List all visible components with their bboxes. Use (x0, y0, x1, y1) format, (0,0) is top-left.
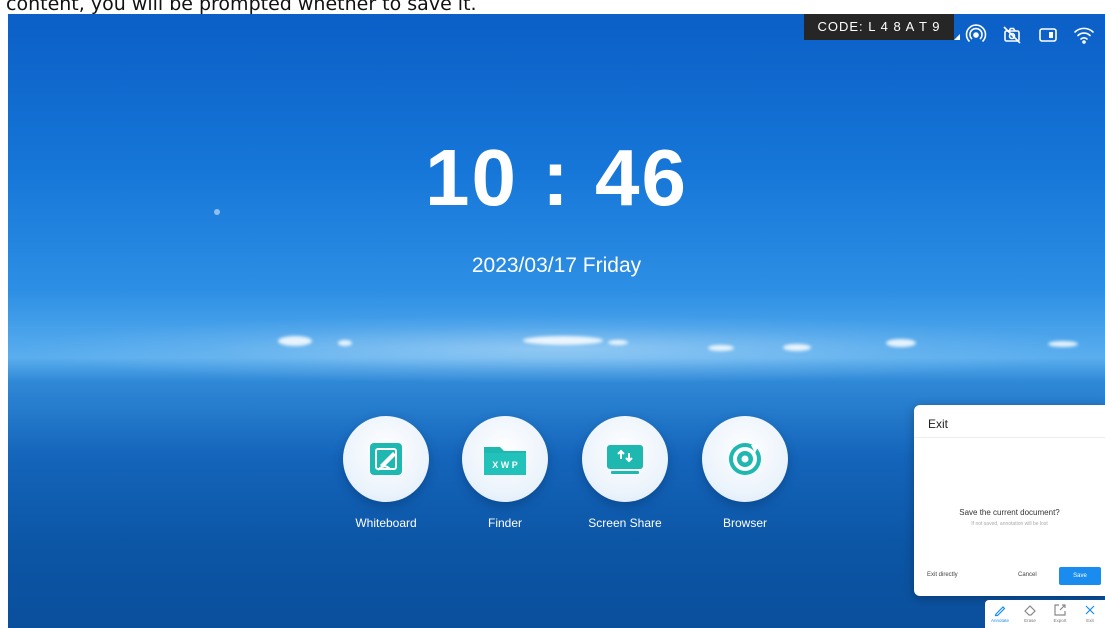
annotation-toolbar: Annotate Erase Export Exit (985, 600, 1105, 628)
dialog-question: Save the current document? (959, 508, 1060, 517)
erase-button[interactable]: Erase (1017, 602, 1043, 623)
cloud (523, 336, 603, 345)
app-label: Screen Share (588, 516, 662, 530)
app-label: Finder (487, 516, 522, 530)
export-button[interactable]: Export (1047, 602, 1073, 623)
save-button[interactable]: Save (1059, 567, 1101, 585)
caption-text: content, you will be prompted whether to… (6, 0, 477, 14)
status-icons (965, 24, 1095, 46)
dialog-title: Exit (928, 417, 949, 431)
export-icon (1054, 604, 1066, 616)
tool-label: Export (1053, 618, 1067, 623)
tool-label: Exit (1086, 618, 1094, 623)
cloud (886, 339, 916, 347)
whiteboard-icon[interactable] (343, 416, 429, 502)
room-code-badge: CODE: L 4 8 A T 9 (804, 14, 954, 40)
screen-icon[interactable] (1037, 24, 1059, 46)
cloud (783, 344, 811, 351)
exit-button[interactable]: Exit (1077, 602, 1103, 623)
dialog-subtext: If not saved, annotation will be lost (971, 521, 1048, 527)
dialog-divider (914, 437, 1105, 438)
annotate-button[interactable]: Annotate (987, 602, 1013, 623)
cloud (278, 336, 312, 346)
screen-share-icon[interactable] (582, 416, 668, 502)
app-screen-share[interactable]: Screen Share (565, 416, 685, 530)
tool-label: Erase (1024, 618, 1036, 623)
exit-dialog: Exit Save the current document? If not s… (914, 405, 1105, 596)
clock-date: 2023/03/17 Friday (471, 254, 642, 277)
eraser-icon (1024, 605, 1036, 616)
wifi-icon[interactable] (1073, 24, 1095, 46)
tool-label: Annotate (990, 618, 1009, 623)
exit-directly-button[interactable]: Exit directly (927, 572, 958, 578)
horizon-glow (8, 314, 1105, 384)
camera-off-icon[interactable] (1001, 24, 1023, 46)
app-label: Whiteboard (355, 516, 417, 530)
app-finder[interactable]: X W P Finder (445, 416, 565, 530)
cloud (708, 345, 734, 351)
app-browser[interactable]: Browser (685, 416, 805, 530)
cloud (1048, 341, 1078, 347)
desktop-screen: CODE: L 4 8 A T 9 10: 46 2023/03/17 Fri… (8, 14, 1105, 628)
hotspot-icon[interactable] (965, 24, 987, 46)
code-corner-marker (954, 34, 960, 40)
close-icon (1085, 605, 1095, 615)
finder-icon[interactable]: X W P (462, 416, 548, 502)
cloud (608, 340, 628, 345)
pen-icon (994, 606, 1006, 617)
finder-badge: X W P (492, 460, 518, 470)
cancel-button[interactable]: Cancel (1018, 572, 1037, 578)
app-whiteboard[interactable]: Whiteboard (326, 416, 446, 530)
cloud (338, 340, 352, 346)
clock-time: 10 : 46 (424, 133, 689, 222)
browser-icon[interactable] (702, 416, 788, 502)
app-label: Browser (722, 516, 767, 530)
